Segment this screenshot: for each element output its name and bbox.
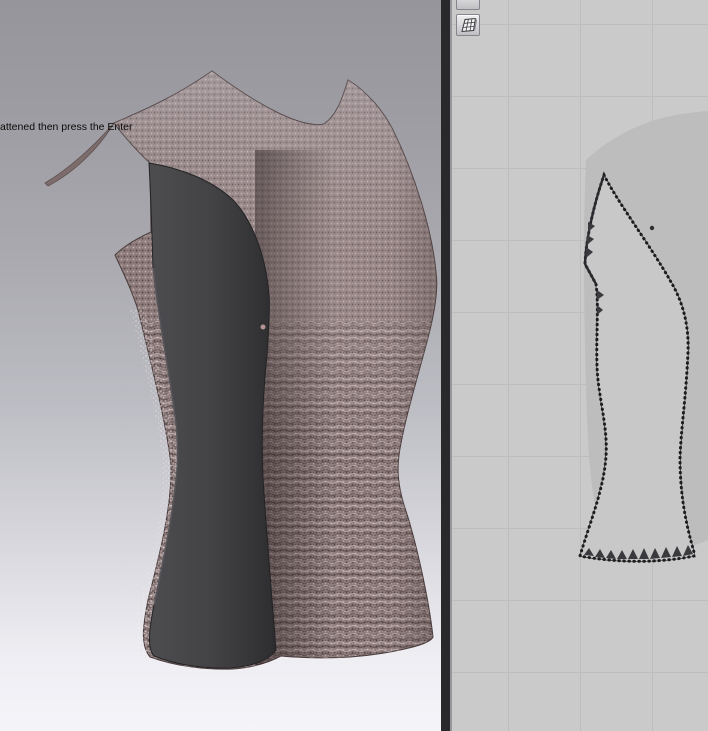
garment-3d-render[interactable] [0, 0, 441, 731]
2d-pattern-viewport[interactable] [452, 0, 708, 731]
hint-text: attened then press the Enter [0, 121, 133, 133]
3d-object-icon [457, 0, 479, 9]
chest-highlight-dot [260, 324, 266, 330]
garment-design-app: attened then press the Enter [0, 0, 708, 731]
mesh-button[interactable] [456, 14, 480, 36]
panel-divider[interactable] [441, 0, 452, 731]
mesh-grid-icon [461, 17, 478, 33]
notch-point[interactable] [649, 225, 655, 231]
3d-viewport[interactable]: attened then press the Enter [0, 0, 441, 731]
object-button[interactable] [456, 0, 480, 10]
